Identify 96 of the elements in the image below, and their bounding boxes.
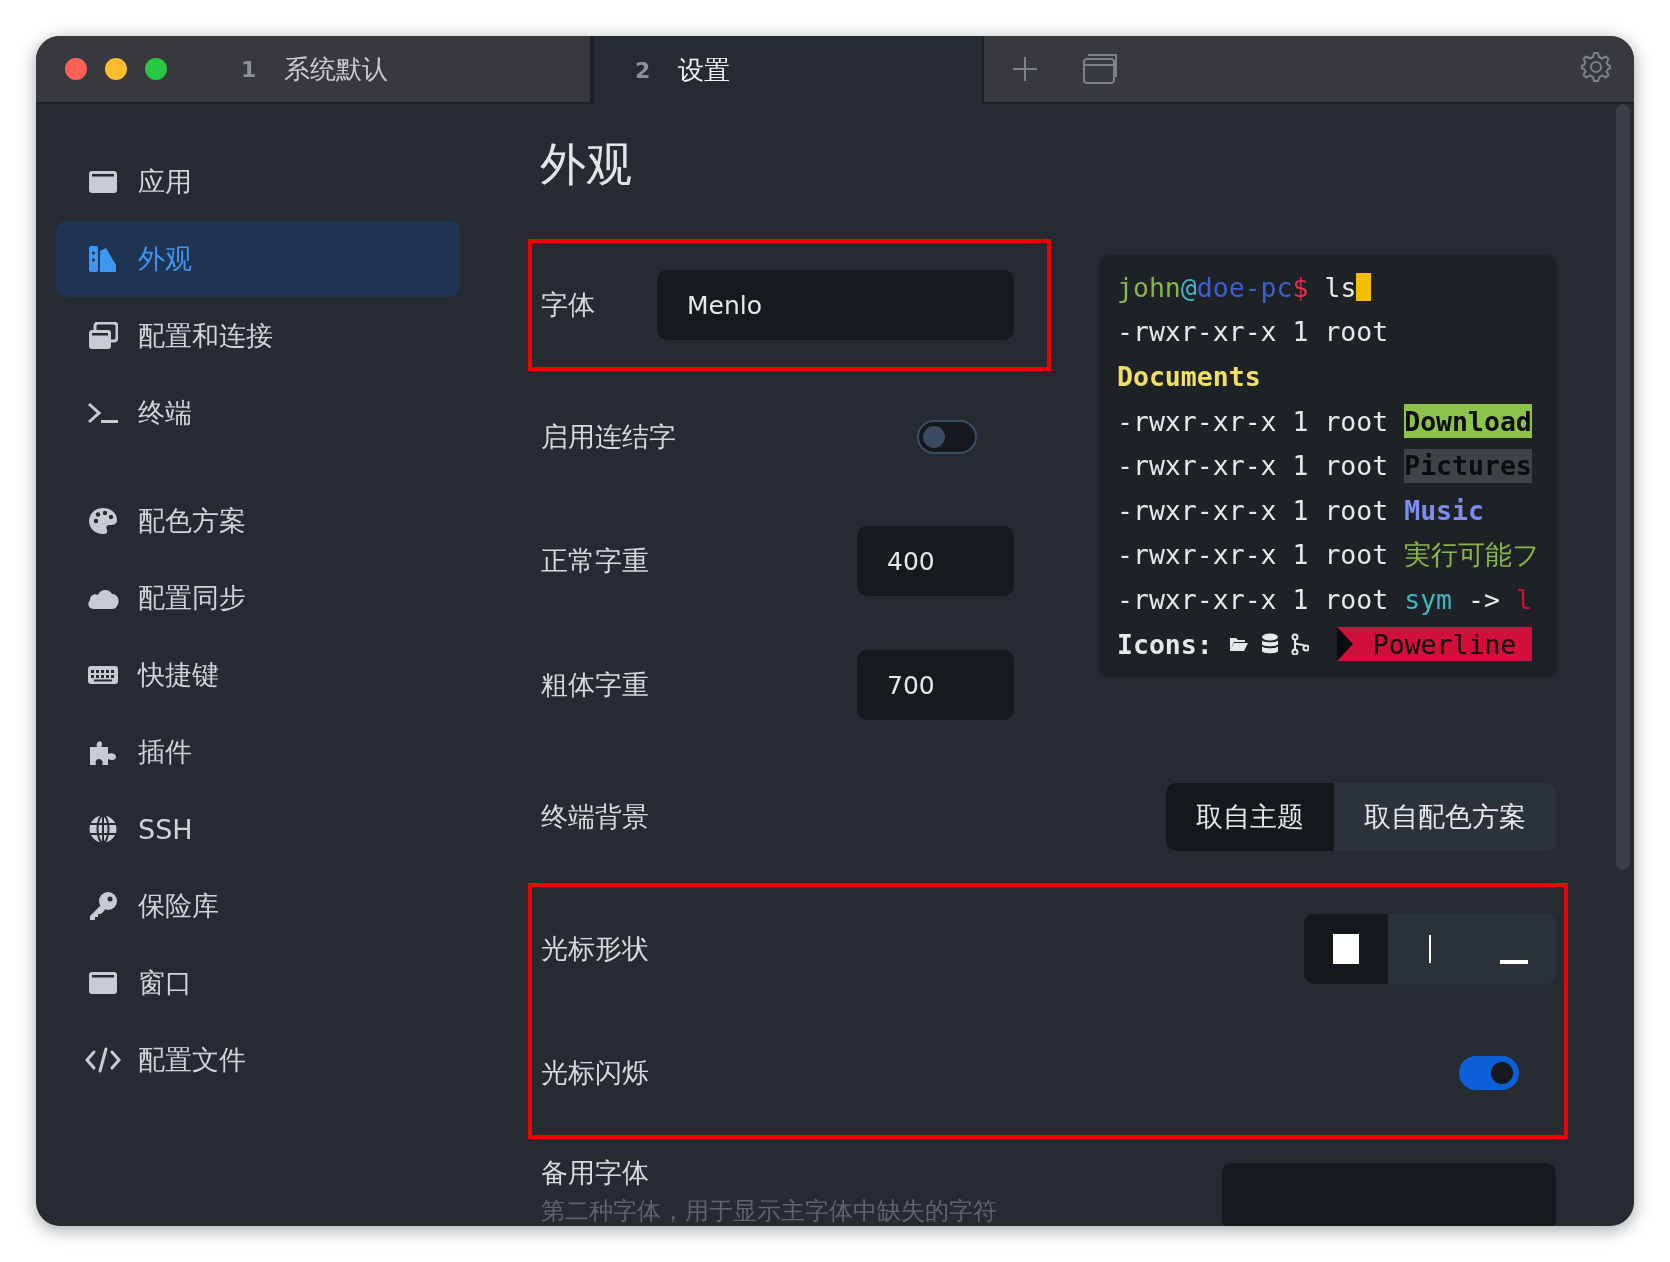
stacked-windows-icon: [88, 322, 118, 350]
setting-label: 粗体字重: [541, 668, 649, 702]
windows-icon: [1082, 53, 1118, 85]
toggle-switch[interactable]: [917, 420, 977, 454]
terminal-text: -rwxr-xr-x 1 root: [1117, 450, 1390, 482]
terminal-text: ->: [1467, 583, 1501, 615]
tab[interactable]: 2 设置: [592, 36, 984, 104]
sidebar-item[interactable]: 保险库: [56, 868, 460, 944]
terminal-text: Icons:: [1117, 628, 1213, 660]
text-field[interactable]: 400: [857, 526, 1014, 596]
terminal-text: john: [1117, 271, 1181, 303]
tab-number: 2: [635, 57, 651, 83]
sidebar-label: 配置和连接: [138, 319, 273, 353]
text-field[interactable]: 700: [857, 650, 1014, 720]
setting-label: 光标闪烁: [541, 1056, 649, 1090]
sidebar-label: 插件: [138, 735, 192, 769]
terminal-text: -rwxr-xr-x 1 root: [1117, 316, 1389, 348]
segment-option[interactable]: 取自主题: [1166, 783, 1334, 851]
setting-label: 启用连结字: [541, 420, 676, 454]
sidebar-item[interactable]: 窗口: [56, 945, 460, 1021]
window-control-button[interactable]: [145, 58, 167, 80]
sidebar-item[interactable]: 配置同步: [56, 560, 460, 636]
tab-number: 1: [241, 56, 257, 82]
sidebar-label: 外观: [138, 242, 192, 276]
terminal-text: l: [1515, 583, 1532, 615]
sidebar-item[interactable]: 外观: [56, 221, 460, 297]
sidebar-item[interactable]: 快捷键: [56, 637, 460, 713]
cursor-shape-option[interactable]: [1304, 914, 1388, 984]
terminal-text: Documents: [1117, 361, 1261, 392]
window-control-button[interactable]: [65, 58, 87, 80]
database-icon: [1260, 633, 1279, 656]
field-value: 400: [887, 546, 935, 576]
key-icon: [88, 891, 118, 921]
text-field[interactable]: Menlo: [657, 270, 1014, 340]
sidebar-label: SSH: [138, 813, 193, 845]
underline-cursor-icon: [1500, 960, 1528, 964]
sidebar-label: 应用: [138, 165, 192, 199]
tab-title: 系统默认: [284, 52, 389, 86]
scrollbar[interactable]: [1616, 104, 1630, 870]
terminal-text: @: [1180, 271, 1197, 303]
sidebar-label: 终端: [138, 396, 192, 430]
text-field[interactable]: [1222, 1163, 1556, 1226]
sidebar-label: 保险库: [138, 889, 219, 923]
sidebar-item[interactable]: SSH: [56, 791, 460, 867]
page-title: 外观: [540, 136, 633, 193]
window-icon: [88, 170, 118, 194]
keyboard-icon: [87, 664, 119, 686]
terminal-text: 実行可能フ: [1404, 537, 1541, 572]
beam-cursor-icon: [1429, 935, 1431, 963]
sidebar-label: 快捷键: [138, 658, 219, 692]
window-control-button[interactable]: [105, 58, 127, 80]
folder-icon: [1228, 636, 1249, 653]
branch-icon: [1290, 633, 1309, 656]
highlighted-text: Pictures: [1404, 448, 1532, 483]
setting-label: 字体: [541, 288, 595, 322]
sidebar-item[interactable]: 配置文件: [56, 1022, 460, 1098]
toggle-switch[interactable]: [1459, 1056, 1519, 1090]
sidebar-item[interactable]: 终端: [56, 375, 460, 451]
settings-icon: [1580, 51, 1612, 83]
setting-label: 终端背景: [541, 800, 649, 834]
terminal-text: $: [1292, 271, 1309, 303]
field-value: 700: [887, 670, 935, 700]
terminal-text: sym: [1404, 583, 1453, 615]
setting-label: 光标形状: [541, 932, 649, 966]
sidebar-item[interactable]: 插件: [56, 714, 460, 790]
terminal-text: -rwxr-xr-x 1 root: [1117, 583, 1390, 615]
powerline-arrow-icon: [1336, 627, 1353, 662]
sidebar-label: 配色方案: [138, 504, 246, 538]
plus-icon: [1010, 54, 1040, 84]
terminal-text: -rwxr-xr-x 1 root: [1117, 539, 1390, 571]
setting-label: 备用字体: [541, 1157, 650, 1189]
sidebar-item[interactable]: 配置和连接: [56, 298, 460, 374]
window-icon: [88, 971, 118, 995]
puzzle-icon: [88, 738, 118, 766]
terminal-icon: [87, 401, 119, 425]
terminal-text: Powerline: [1372, 628, 1517, 660]
sidebar-item[interactable]: 配色方案: [56, 483, 460, 559]
tab-title: 设置: [678, 53, 731, 87]
palette-icon: [88, 507, 118, 535]
block-cursor-icon: [1333, 934, 1359, 964]
sidebar-label: 配置同步: [138, 581, 246, 615]
setting-description: 第二种字体，用于显示主字体中缺失的字符: [541, 1197, 997, 1225]
sidebar-item[interactable]: 应用: [56, 144, 460, 220]
swatch-icon: [88, 245, 118, 273]
highlighted-text: Download: [1404, 404, 1532, 439]
sidebar-label: 窗口: [138, 966, 192, 1000]
terminal-text: doe-pc: [1196, 271, 1293, 303]
terminal-text: -rwxr-xr-x 1 root: [1117, 405, 1390, 437]
setting-label: 正常字重: [541, 544, 649, 578]
sidebar-label: 配置文件: [138, 1043, 246, 1077]
terminal-text: Music: [1404, 494, 1484, 526]
globe-icon: [88, 814, 118, 844]
terminal-text: ls: [1323, 271, 1357, 303]
code-icon: [85, 1047, 121, 1073]
terminal-text: -rwxr-xr-x 1 root: [1117, 494, 1390, 526]
field-value: Menlo: [687, 290, 763, 320]
